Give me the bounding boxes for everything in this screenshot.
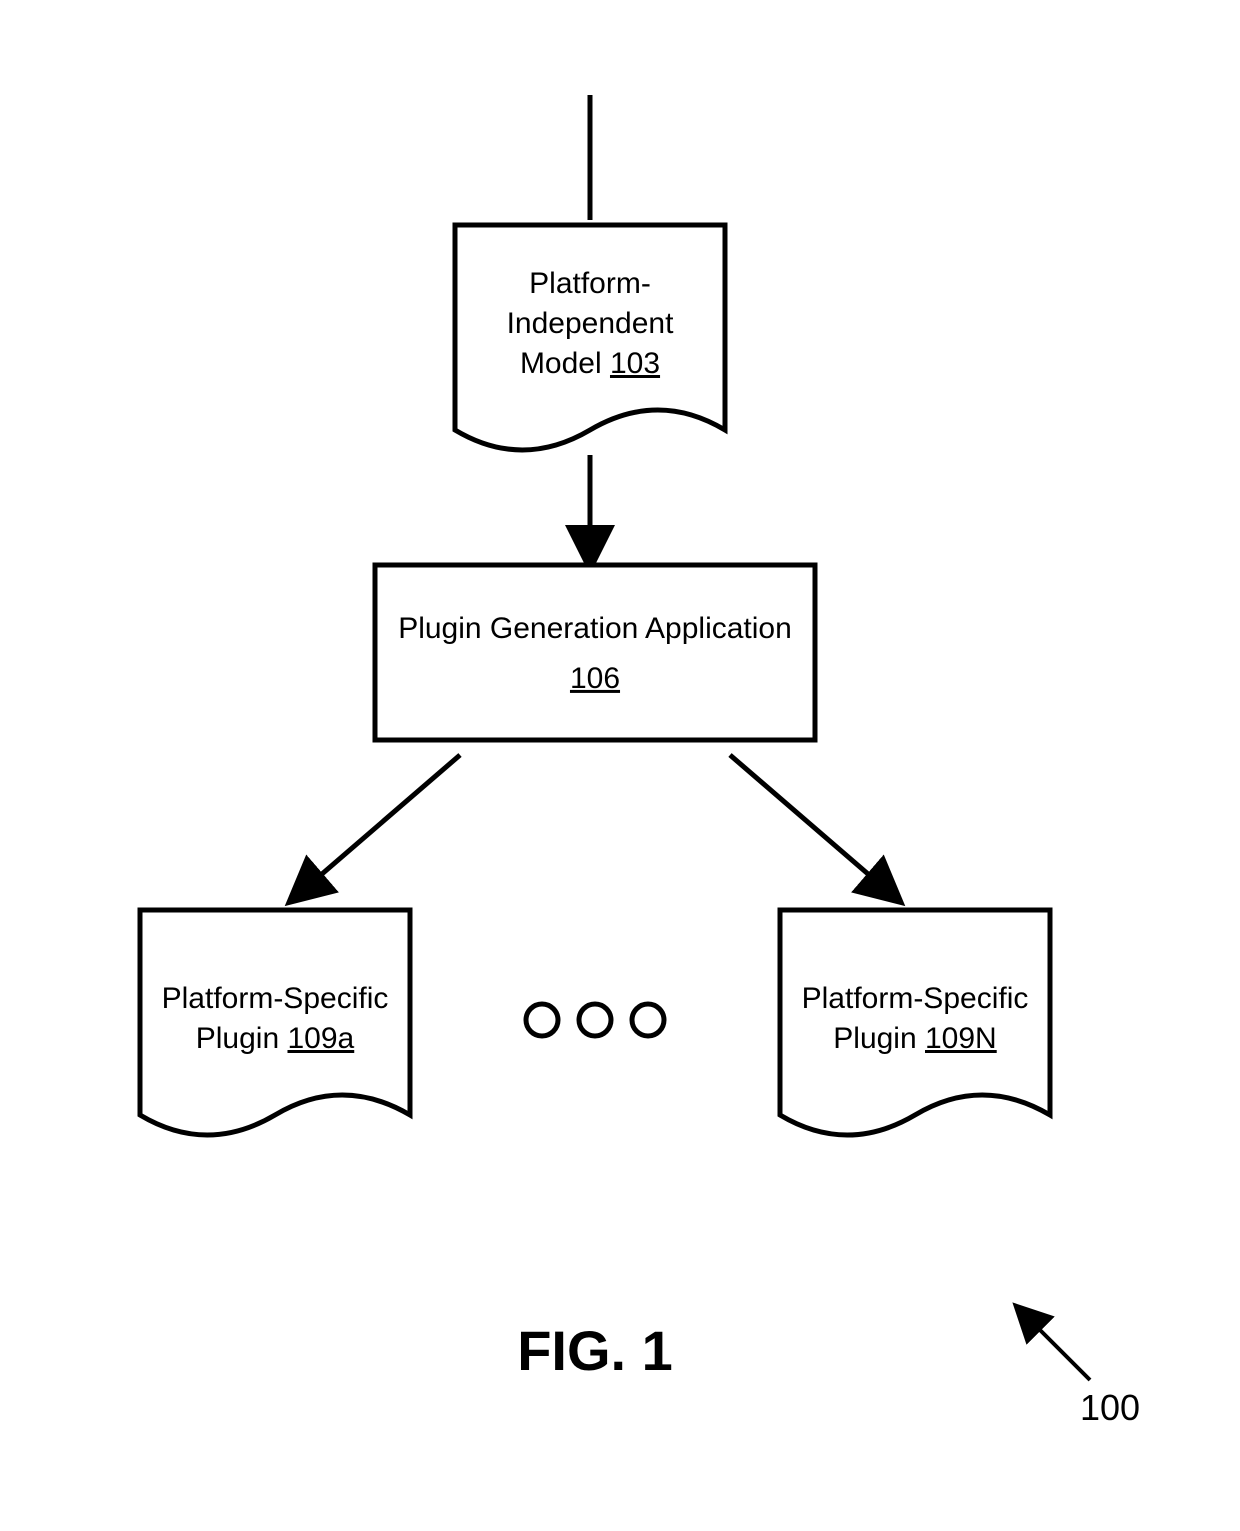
figure-label: FIG. 1 [517, 1319, 673, 1382]
model-line3-prefix: Model [520, 347, 610, 380]
arrow-app-to-pluginN [730, 755, 875, 880]
ellipsis-dot-1 [526, 1004, 558, 1036]
pluginN-line1: Platform-Specific [802, 982, 1029, 1015]
figure-number: 100 [1080, 1387, 1140, 1428]
block-model: Platform- Independent Model 103 [455, 225, 725, 450]
model-line3: Model 103 [520, 347, 660, 380]
block-plugin-a: Platform-Specific Plugin 109a [140, 910, 410, 1135]
ellipsis-dot-3 [632, 1004, 664, 1036]
app-line1: Plugin Generation Application [398, 612, 792, 645]
arrow-app-to-pluginA [315, 755, 460, 880]
pluginN-line2-prefix: Plugin [833, 1022, 925, 1055]
pluginA-line2-prefix: Plugin [196, 1022, 288, 1055]
diagram-canvas: Platform- Independent Model 103 Plugin G… [0, 0, 1240, 1531]
block-app: Plugin Generation Application 106 [375, 565, 815, 740]
app-line2: 106 [570, 662, 620, 695]
ellipsis-dot-2 [579, 1004, 611, 1036]
figure-number-arrow [1035, 1325, 1090, 1380]
model-line2: Independent [507, 307, 674, 340]
ellipsis-dots [526, 1004, 664, 1036]
block-plugin-n: Platform-Specific Plugin 109N [780, 910, 1050, 1135]
pluginA-line2: Plugin 109a [196, 1022, 355, 1055]
pluginN-line2: Plugin 109N [833, 1022, 996, 1055]
pluginN-line2-num: 109N [925, 1022, 997, 1055]
model-line1: Platform- [529, 267, 651, 300]
pluginA-line2-num: 109a [287, 1022, 354, 1055]
pluginA-line1: Platform-Specific [162, 982, 389, 1015]
model-line3-num: 103 [610, 347, 660, 380]
